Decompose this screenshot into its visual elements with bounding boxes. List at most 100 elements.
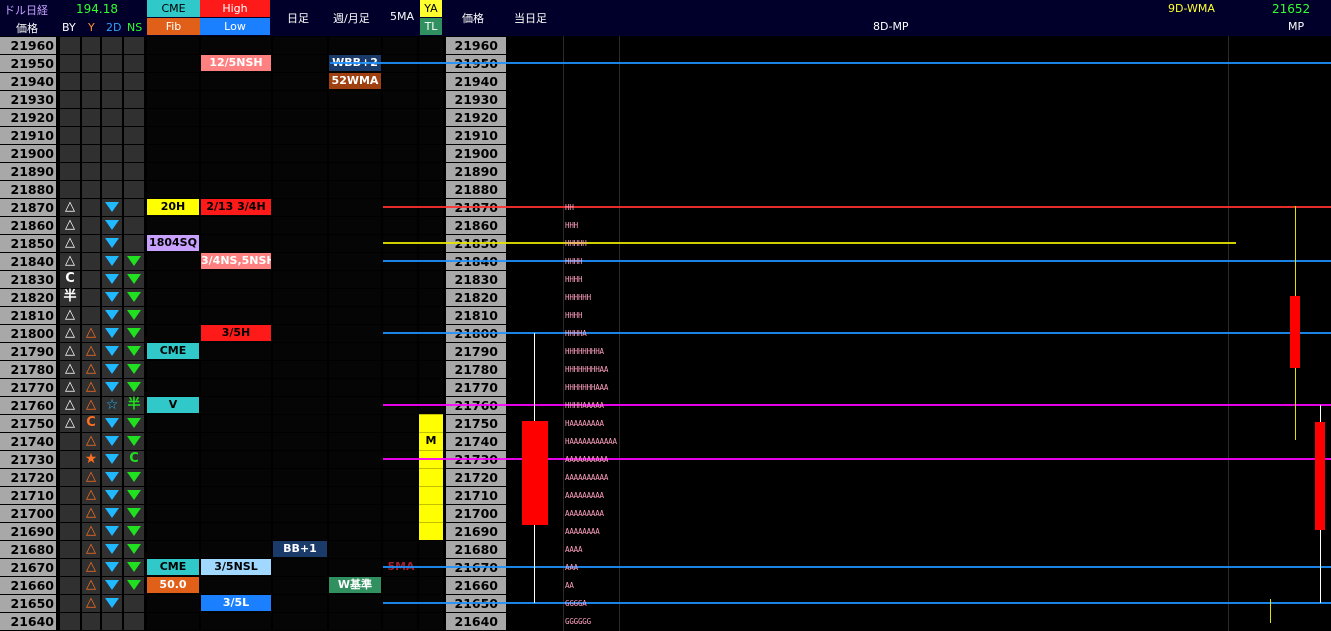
row-separator (0, 612, 506, 613)
by-mark: △ (65, 325, 75, 340)
market-profile-row: HHHHAAAAA (565, 401, 604, 410)
row-separator (419, 486, 443, 487)
cme-label: CME (147, 343, 199, 359)
ns-down-triangle-icon (127, 472, 141, 482)
price-label-right: 21810 (454, 308, 499, 323)
y-star-icon: ★ (84, 451, 98, 467)
price-level-line (383, 404, 1331, 406)
market-profile-row: GGGGA (565, 599, 587, 608)
price-label-left: 21820 (10, 290, 55, 305)
9d-wma-header: 9D-WMA (1168, 2, 1215, 15)
price-label-left: 21890 (10, 164, 55, 179)
y-mark: △ (86, 487, 96, 502)
price-label-right: 21860 (454, 218, 499, 233)
market-profile-row: AAAAAAAAA (565, 491, 604, 500)
price-label-left: 21810 (10, 308, 55, 323)
row-separator (419, 504, 443, 505)
weekly-label: W基準 (329, 577, 381, 593)
daily-label: BB+1 (273, 541, 327, 557)
row-separator (419, 450, 443, 451)
down-triangle-icon (105, 562, 119, 572)
cme-label: 20H (147, 199, 199, 215)
price-level-line (383, 242, 1236, 244)
price-label-left: 21760 (10, 398, 55, 413)
y-mark: △ (86, 397, 96, 412)
high-low-label: 2/13 3/4H (201, 199, 271, 215)
high-low-label: 12/5NSH (201, 55, 271, 71)
price-label-left: 21960 (10, 38, 55, 53)
ns-down-triangle-icon (127, 274, 141, 284)
price-label-right: 21690 (454, 524, 499, 539)
market-profile-row: AA (565, 581, 574, 590)
price-label-left: 21930 (10, 92, 55, 107)
price-level-line (383, 260, 1331, 262)
ns-down-triangle-icon (127, 526, 141, 536)
cme-label: V (147, 397, 199, 413)
y-mark: △ (86, 379, 96, 394)
by-mark: △ (65, 217, 75, 232)
ns-header: NS (127, 21, 143, 34)
down-triangle-icon (105, 580, 119, 590)
row-separator (0, 540, 506, 541)
2d-header: 2D (106, 21, 122, 34)
price-level-line (383, 566, 1331, 568)
market-profile-row: HHHHA (565, 329, 587, 338)
high-low-label: 3/5NSL (201, 559, 271, 575)
price-level-line (330, 62, 1331, 64)
down-triangle-icon (105, 238, 119, 248)
down-triangle-icon (105, 598, 119, 608)
ns-down-triangle-icon (127, 346, 141, 356)
row-separator (419, 414, 443, 415)
market-profile-row: HAAAAAAAA (565, 419, 604, 428)
by-mark: △ (65, 361, 75, 376)
down-triangle-icon (105, 454, 119, 464)
fib-header: Fib (147, 18, 200, 35)
down-triangle-icon (105, 436, 119, 446)
daily-header: 日足 (287, 12, 309, 25)
market-profile-row: HHHH (565, 257, 583, 266)
market-profile-row: AAA (565, 563, 578, 572)
price-label-right: 21640 (454, 614, 499, 629)
price-label-right: 21960 (454, 38, 499, 53)
price-label-right: 21700 (454, 506, 499, 521)
price-header: 価格 (16, 22, 38, 35)
ns-down-triangle-icon (127, 544, 141, 554)
mp-value: 21652 (1272, 2, 1311, 16)
price-label-left: 21850 (10, 236, 55, 251)
price-label-right: 21780 (454, 362, 499, 377)
ns-down-triangle-icon (127, 508, 141, 518)
price-label-left: 21660 (10, 578, 55, 593)
y-mark: △ (86, 361, 96, 376)
market-profile-row: HHHH (565, 275, 583, 284)
row-separator (0, 162, 506, 163)
ns-down-triangle-icon (127, 490, 141, 500)
price-label-left: 21940 (10, 74, 55, 89)
by-mark: △ (65, 253, 75, 268)
price-header-2: 価格 (462, 12, 484, 25)
market-profile-row: GGGGGG (565, 617, 591, 626)
row-separator (0, 144, 506, 145)
ya-header: YA (420, 0, 442, 17)
today-header: 当日足 (514, 12, 547, 25)
2d-star-icon: ☆ (105, 397, 119, 413)
low-header: Low (200, 18, 270, 35)
price-level-line (383, 332, 1331, 334)
price-label-left: 21710 (10, 488, 55, 503)
price-label-left: 21920 (10, 110, 55, 125)
down-triangle-icon (105, 220, 119, 230)
ns-down-triangle-icon (127, 418, 141, 428)
price-label-right: 21910 (454, 128, 499, 143)
price-label-left: 21720 (10, 470, 55, 485)
y-mark: △ (86, 343, 96, 358)
cme-label: CME (147, 559, 199, 575)
y-mark: △ (86, 505, 96, 520)
down-triangle-icon (105, 472, 119, 482)
down-triangle-icon (105, 274, 119, 284)
price-label-left: 21950 (10, 56, 55, 71)
ns-down-triangle-icon (127, 580, 141, 590)
high-low-label: 3/5L (201, 595, 271, 611)
by-mark: C (65, 271, 75, 286)
row-separator (0, 72, 506, 73)
weekly-label: 52WMA (329, 73, 381, 89)
y-mark: △ (86, 541, 96, 556)
